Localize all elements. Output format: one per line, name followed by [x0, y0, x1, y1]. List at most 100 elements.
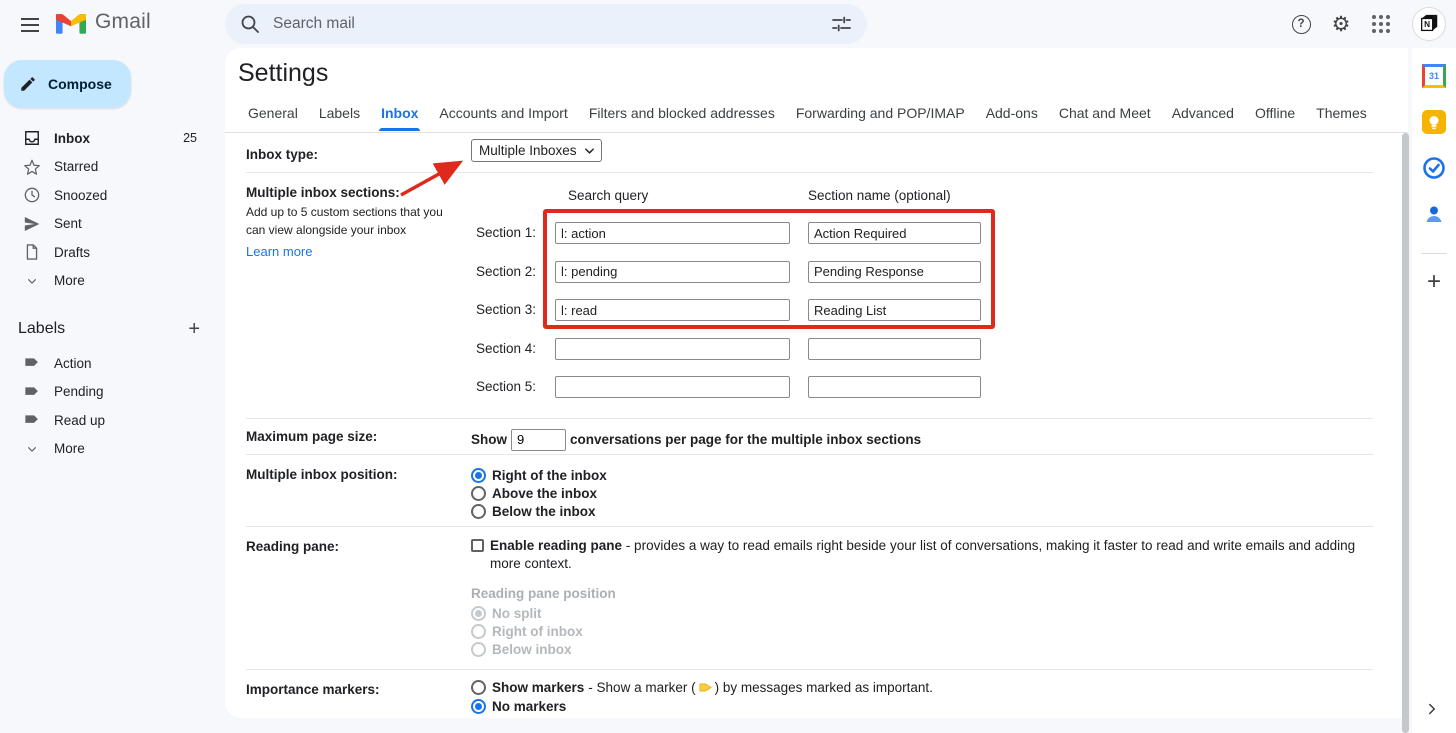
radio-below-inbox-pane: [471, 641, 486, 657]
inbox-icon: [22, 128, 42, 148]
section-4-name-input[interactable]: [808, 337, 981, 360]
radio-show-markers[interactable]: [471, 679, 486, 695]
search-bar[interactable]: Search mail: [225, 4, 867, 44]
left-sidebar: Compose Inbox 25 Starred Snoozed Sent Dr…: [0, 48, 225, 733]
column-header-search-query: Search query: [568, 188, 649, 203]
reading-pane-label: Reading pane:: [246, 539, 340, 554]
section-4-query-input[interactable]: [555, 337, 790, 360]
multiple-inbox-sections-row: Multiple inbox sections: Add up to 5 cus…: [246, 173, 1373, 419]
tab-general[interactable]: General: [246, 101, 300, 131]
right-side-panel: 31 +: [1412, 48, 1456, 733]
section-2-query-input[interactable]: [555, 260, 790, 283]
radio-below-inbox[interactable]: [471, 503, 486, 519]
help-icon[interactable]: ?: [1281, 4, 1321, 44]
pencil-icon: [21, 77, 35, 91]
search-icon[interactable]: [239, 13, 261, 35]
column-header-section-name: Section name (optional): [808, 188, 951, 203]
settings-tabs: General Labels Inbox Accounts and Import…: [246, 101, 1369, 131]
create-label-plus-icon[interactable]: +: [188, 319, 200, 339]
gmail-m-icon: [56, 13, 86, 34]
section-3-query-input[interactable]: [555, 299, 790, 321]
sidebar-item-drafts[interactable]: Drafts: [0, 238, 225, 267]
importance-markers-label: Importance markers:: [246, 682, 380, 697]
tab-advanced[interactable]: Advanced: [1170, 101, 1236, 131]
settings-panel: Settings General Labels Inbox Accounts a…: [225, 48, 1408, 718]
sidebar-item-sent[interactable]: Sent: [0, 210, 225, 239]
google-tasks-icon[interactable]: [1421, 155, 1447, 181]
search-input[interactable]: Search mail: [273, 15, 829, 33]
page-size-input[interactable]: [511, 428, 566, 451]
radio-no-markers[interactable]: [471, 698, 486, 714]
tab-forwarding[interactable]: Forwarding and POP/IMAP: [794, 101, 967, 131]
draft-file-icon: [22, 242, 42, 262]
search-options-icon[interactable]: [829, 13, 853, 35]
radio-no-split: [471, 605, 486, 621]
sections-description: Add up to 5 custom sections that you can…: [246, 205, 443, 237]
sidebar-label-read-up[interactable]: Read up: [0, 406, 225, 435]
tab-themes[interactable]: Themes: [1314, 101, 1369, 131]
google-calendar-icon[interactable]: 31: [1421, 63, 1447, 89]
sections-label: Multiple inbox sections:: [246, 185, 400, 200]
radio-right-of-inbox[interactable]: [471, 467, 486, 483]
tab-labels[interactable]: Labels: [317, 101, 362, 131]
learn-more-link[interactable]: Learn more: [246, 244, 471, 259]
inbox-type-select[interactable]: Multiple Inboxes: [471, 139, 602, 162]
sidebar-item-more[interactable]: More: [0, 267, 225, 296]
tab-filters[interactable]: Filters and blocked addresses: [587, 101, 777, 131]
tab-accounts-and-import[interactable]: Accounts and Import: [437, 101, 569, 131]
google-keep-icon[interactable]: [1421, 109, 1447, 135]
label-tag-icon: [22, 382, 42, 402]
section-5-name-input[interactable]: [808, 376, 981, 398]
google-apps-grid-icon[interactable]: [1361, 4, 1401, 44]
clock-icon: [22, 185, 42, 205]
select-caret-icon: [584, 147, 594, 154]
section-5-query-input[interactable]: [555, 376, 790, 398]
inbox-position-label: Multiple inbox position:: [246, 467, 398, 482]
sidebar-labels-more[interactable]: More: [0, 435, 225, 464]
inbox-count: 25: [183, 131, 197, 146]
sidebar-item-snoozed[interactable]: Snoozed: [0, 181, 225, 210]
labels-header: Labels: [18, 320, 66, 337]
radio-right-of-inbox-pane: [471, 623, 486, 639]
settings-gear-icon[interactable]: ⚙: [1321, 4, 1361, 44]
reading-pane-position-group: Reading pane position No split Right of …: [471, 586, 616, 657]
sidebar-label-action[interactable]: Action: [0, 349, 225, 378]
svg-text:N: N: [1424, 20, 1430, 29]
hamburger-menu-icon[interactable]: [14, 8, 48, 42]
enable-reading-pane-checkbox[interactable]: [471, 539, 484, 552]
section-1-name-input[interactable]: [808, 222, 981, 244]
importance-marker-icon: [699, 683, 712, 691]
section-3-name-input[interactable]: [808, 299, 981, 321]
vertical-scrollbar[interactable]: [1402, 133, 1409, 733]
chevron-down-icon: [22, 439, 42, 459]
tab-inbox[interactable]: Inbox: [379, 101, 421, 131]
maximum-page-size-row: Maximum page size: Show conversations pe…: [246, 419, 1373, 455]
importance-markers-row: Importance markers: Show markers - Show …: [246, 670, 1373, 718]
compose-button[interactable]: Compose: [4, 60, 131, 108]
page-title: Settings: [238, 59, 329, 87]
tab-add-ons[interactable]: Add-ons: [984, 101, 1040, 131]
tab-chat-and-meet[interactable]: Chat and Meet: [1057, 101, 1153, 131]
brand-name: Gmail: [95, 10, 151, 33]
radio-above-inbox[interactable]: [471, 485, 486, 501]
label-tag-icon: [22, 353, 42, 373]
get-add-ons-plus-icon[interactable]: +: [1427, 270, 1441, 294]
tab-offline[interactable]: Offline: [1253, 101, 1297, 131]
account-avatar[interactable]: N: [1412, 7, 1446, 41]
sidebar-label-pending[interactable]: Pending: [0, 378, 225, 407]
sidebar-item-inbox[interactable]: Inbox 25: [0, 124, 225, 153]
label-tag-icon: [22, 410, 42, 430]
collapse-panel-chevron-icon[interactable]: [1423, 700, 1441, 721]
inbox-type-label: Inbox type:: [246, 147, 319, 162]
google-contacts-icon[interactable]: [1421, 201, 1447, 227]
notion-cube-icon: N: [1421, 14, 1438, 32]
star-icon: [22, 157, 42, 177]
section-1-query-input[interactable]: [555, 222, 790, 244]
multiple-inbox-position-row: Multiple inbox position: Right of the in…: [246, 455, 1373, 527]
gmail-logo: Gmail: [56, 10, 151, 34]
section-2-name-input[interactable]: [808, 260, 981, 283]
inbox-type-row: Inbox type: Multiple Inboxes: [246, 133, 1373, 173]
sidebar-item-starred[interactable]: Starred: [0, 153, 225, 182]
top-bar: Gmail Search mail ? ⚙ N: [0, 0, 1456, 48]
chevron-down-icon: [22, 271, 42, 291]
